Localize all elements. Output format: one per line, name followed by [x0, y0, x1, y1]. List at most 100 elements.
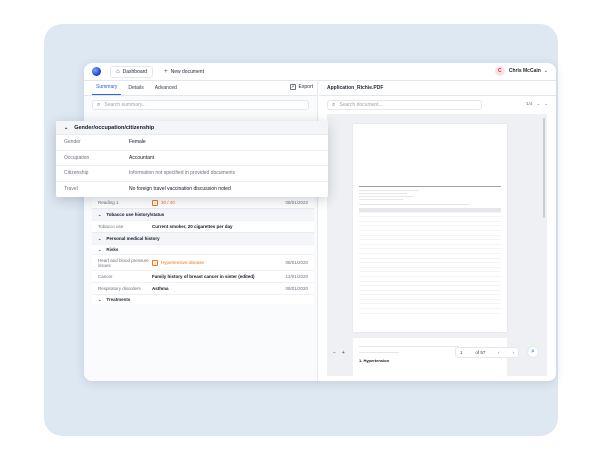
table-row: Gender Female	[56, 135, 328, 151]
dashboard-button[interactable]: ⌂ Dashboard	[110, 65, 154, 78]
dashboard-label: Dashboard	[122, 68, 148, 75]
warning-icon: !	[152, 199, 158, 206]
pdf-page	[353, 124, 507, 332]
risks-header[interactable]: ⌄ Risks	[92, 244, 314, 254]
row-value: Asthma	[152, 286, 169, 291]
row-label: Travel	[64, 186, 78, 193]
document-panel: Application_Richie.PDF ⌕ Search document…	[319, 81, 556, 381]
row-label: Citizenship	[64, 170, 89, 177]
page-navigator: 1 of 57 ‹ ›	[455, 347, 519, 358]
table-row	[359, 309, 501, 314]
chevron-down-icon: ⌄	[98, 212, 102, 217]
citizenship-popup-card: ⌄ Gender/occupation/citizenship Gender F…	[56, 121, 328, 197]
app-logo	[92, 67, 101, 76]
search-icon: ⌕	[332, 101, 336, 108]
row-date: 08/01/2022	[285, 200, 308, 205]
export-button[interactable]: ↗ Export	[289, 84, 313, 90]
row-label: Respiratory disorders	[98, 286, 141, 291]
search-fab-button[interactable]: ⌕	[527, 346, 539, 358]
table-row: Cancer Family history of breast cancer i…	[92, 270, 314, 282]
chevron-right-icon[interactable]: ›	[512, 350, 514, 355]
row-value: Information not specified in provided do…	[129, 170, 236, 177]
search-icon: ⌕	[531, 348, 535, 355]
popup-header[interactable]: ⌄ Gender/occupation/citizenship	[56, 121, 328, 135]
row-value: Female	[129, 139, 146, 146]
pmh-title: Personal medical history	[106, 236, 160, 241]
summary-search-input[interactable]: ⌕ Search summary...	[92, 100, 309, 110]
tab-bar: Summary Details Advanced ↗ Export	[84, 81, 317, 96]
row-date: 08/01/2020	[285, 286, 308, 291]
chevron-left-icon[interactable]: ‹	[498, 350, 500, 355]
chevron-down-icon: ⌄	[64, 124, 69, 131]
flagged-value: ! Hypertensive disease	[152, 259, 205, 266]
chevron-down-icon: ⌄	[543, 68, 548, 74]
chevron-down-icon[interactable]: ⌄	[536, 101, 540, 107]
tobacco-header[interactable]: ⌄ Tobacco use history/status	[92, 208, 314, 220]
pdf-page: 1. Hypertension	[353, 338, 507, 381]
treatments-header[interactable]: ⌄ Treatments	[92, 294, 314, 304]
divider	[359, 204, 469, 205]
divider	[359, 352, 399, 353]
chevron-down-icon[interactable]: ⌄	[544, 101, 548, 107]
tab-details[interactable]: Details	[124, 85, 147, 95]
row-label: Cancer	[98, 274, 113, 279]
medical-history-header[interactable]: ⌄ Personal medical history	[92, 232, 314, 244]
table-row: Tobacco use Current smoker, 20 cigarette…	[92, 220, 314, 232]
pdf-table	[359, 208, 501, 314]
zoom-out-button[interactable]: −	[333, 350, 336, 356]
user-name: Chris McCain	[508, 68, 541, 74]
search-icon: ⌕	[97, 101, 101, 108]
row-value: Current smoker, 20 cigarettes per day	[152, 224, 233, 229]
zoom-level: 1/4	[526, 101, 533, 106]
plus-icon: +	[164, 68, 168, 75]
row-value: ! 30 / 40	[152, 199, 274, 206]
row-label: Gender	[64, 139, 81, 146]
user-menu[interactable]: C Chris McCain ⌄	[494, 66, 548, 76]
avatar: C	[494, 66, 505, 76]
treatments-title: Treatments	[106, 297, 131, 302]
document-filename: Application_Richie.PDF	[319, 81, 556, 96]
export-label: Export	[298, 84, 313, 90]
scrollbar[interactable]	[543, 118, 545, 218]
chevron-down-icon: ⌄	[98, 236, 102, 241]
page-heading: 1. Hypertension	[359, 358, 390, 363]
page-current[interactable]: 1	[460, 350, 463, 355]
row-value: Accountant	[129, 154, 155, 161]
table-row: Heart and blood pressure issues ! Hypert…	[92, 254, 314, 270]
warning-icon: !	[152, 259, 158, 266]
tobacco-title: Tobacco use history/status	[106, 212, 165, 217]
tab-summary[interactable]: Summary	[92, 84, 122, 95]
row-value: No foreign travel vaccination discussion…	[129, 186, 231, 193]
row-date: 08/01/2020	[285, 260, 308, 265]
divider	[359, 193, 407, 194]
zoom-controls[interactable]: 1/4 ⌄ ⌄	[526, 101, 548, 107]
table-row: Reading 1 ! 30 / 40 08/01/2022	[92, 196, 314, 208]
zoom-in-button[interactable]: +	[342, 350, 345, 356]
chevron-down-icon: ⌄	[98, 297, 102, 302]
table-row: Travel No foreign travel vaccination dis…	[56, 182, 328, 198]
table-row: Occupation Accountant	[56, 151, 328, 166]
new-document-label: New document	[170, 68, 204, 75]
pdf-viewer[interactable]: 1. Hypertension − + 1 of 57 ‹ › ⌕	[327, 114, 547, 381]
divider	[359, 199, 403, 200]
table-row: Respiratory disorders Asthma 08/01/2020	[92, 282, 314, 294]
risks-title: Risks	[106, 247, 119, 252]
row-label: Tobacco use	[98, 224, 124, 229]
row-date: 12/01/2020	[285, 274, 308, 279]
row-value: Family history of breast cancer in siste…	[152, 274, 255, 279]
popup-title: Gender/occupation/citizenship	[74, 124, 155, 131]
export-icon: ↗	[289, 84, 296, 90]
risk-value: Hypertensive disease	[161, 260, 205, 265]
divider	[359, 346, 459, 347]
tab-advanced[interactable]: Advanced	[151, 85, 181, 95]
document-search-input[interactable]: ⌕ Search document...	[327, 100, 482, 110]
table-row: Citizenship Information not specified in…	[56, 166, 328, 182]
row-label: Reading 1	[98, 200, 119, 205]
row-label: Occupation	[64, 154, 90, 161]
new-document-button[interactable]: + New document	[158, 65, 210, 78]
row-value: ! Hypertensive disease	[152, 259, 274, 266]
divider	[359, 186, 501, 187]
app-window: ⌂ Dashboard + New document C Chris McCai…	[84, 63, 556, 381]
divider	[359, 190, 419, 191]
divider	[359, 196, 413, 197]
